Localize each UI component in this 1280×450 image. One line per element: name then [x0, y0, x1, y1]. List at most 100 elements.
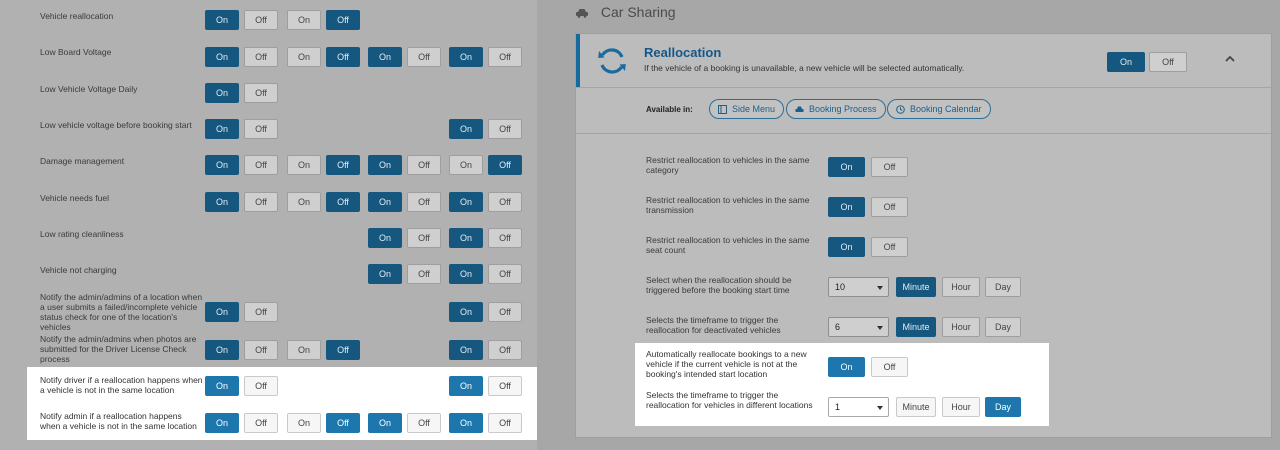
- toggle-off-button[interactable]: Off: [326, 192, 360, 212]
- toggle-on-button[interactable]: On: [287, 155, 321, 175]
- setting-off-button[interactable]: Off: [871, 157, 908, 177]
- setting-on-button[interactable]: On: [828, 237, 865, 257]
- toggle-off-button[interactable]: Off: [488, 228, 522, 248]
- toggle-on-button[interactable]: On: [368, 155, 402, 175]
- unit-hour-button[interactable]: Hour: [942, 317, 980, 337]
- toggle-on-button[interactable]: On: [205, 413, 239, 433]
- toggle-off-button[interactable]: Off: [488, 376, 522, 396]
- toggle-on-button[interactable]: On: [205, 83, 239, 103]
- toggle-off-button[interactable]: Off: [244, 413, 278, 433]
- toggle-on-button[interactable]: On: [287, 340, 321, 360]
- setting-on-button[interactable]: On: [828, 157, 865, 177]
- toggle-on-button[interactable]: On: [205, 10, 239, 30]
- setting-label: Vehicle needs fuel: [40, 193, 109, 203]
- timeframe-select[interactable]: 6: [828, 317, 889, 337]
- setting-on-button[interactable]: On: [828, 357, 865, 377]
- toggle-on-button[interactable]: On: [205, 155, 239, 175]
- toggle-off-button[interactable]: Off: [326, 340, 360, 360]
- toggle-off-button[interactable]: Off: [407, 155, 441, 175]
- toggle-on-button[interactable]: On: [368, 413, 402, 433]
- setting-off-button[interactable]: Off: [871, 197, 908, 217]
- unit-minute-button[interactable]: Minute: [896, 397, 936, 417]
- setting-on-button[interactable]: On: [828, 197, 865, 217]
- toggle-off-button[interactable]: Off: [407, 264, 441, 284]
- unit-day-button[interactable]: Day: [985, 317, 1021, 337]
- toggle-on-button[interactable]: On: [287, 192, 321, 212]
- toggle-off-button[interactable]: Off: [488, 192, 522, 212]
- toggle-on-button[interactable]: On: [449, 47, 483, 67]
- setting-off-button[interactable]: Off: [871, 357, 908, 377]
- timeframe-select[interactable]: 10: [828, 277, 889, 297]
- toggle-on-button[interactable]: On: [205, 302, 239, 322]
- toggle-on-button[interactable]: On: [449, 192, 483, 212]
- setting-label: Vehicle reallocation: [40, 11, 114, 21]
- toggle-off-button[interactable]: Off: [244, 155, 278, 175]
- toggle-off-button[interactable]: Off: [244, 10, 278, 30]
- toggle-on-button[interactable]: On: [449, 376, 483, 396]
- unit-hour-button[interactable]: Hour: [942, 277, 980, 297]
- toggle-off-button[interactable]: Off: [244, 376, 278, 396]
- toggle-on-button[interactable]: On: [287, 47, 321, 67]
- toggle-on-button[interactable]: On: [205, 192, 239, 212]
- toggle-off-button[interactable]: Off: [488, 119, 522, 139]
- toggle-off-button[interactable]: Off: [407, 47, 441, 67]
- toggle-off-button[interactable]: Off: [488, 413, 522, 433]
- setting-label: Low Vehicle Voltage Daily: [40, 84, 138, 94]
- toggle-off-button[interactable]: Off: [488, 302, 522, 322]
- toggle-off-button[interactable]: Off: [244, 83, 278, 103]
- toggle-on-button[interactable]: On: [449, 155, 483, 175]
- unit-minute-button[interactable]: Minute: [896, 317, 936, 337]
- toggle-off-button[interactable]: Off: [407, 192, 441, 212]
- reallocation-on-button[interactable]: On: [1107, 52, 1145, 72]
- dropdown-caret-icon: [877, 406, 883, 410]
- toggle-on-button[interactable]: On: [368, 264, 402, 284]
- toggle-on-button[interactable]: On: [449, 340, 483, 360]
- toggle-on-button[interactable]: On: [449, 119, 483, 139]
- toggle-on-button[interactable]: On: [368, 228, 402, 248]
- setting-label: Low vehicle voltage before booking start: [40, 120, 192, 130]
- toggle-on-button[interactable]: On: [205, 47, 239, 67]
- toggle-off-button[interactable]: Off: [488, 340, 522, 360]
- reallocation-setting-label: Select when the reallocation should be t…: [646, 275, 792, 295]
- setting-off-button[interactable]: Off: [871, 237, 908, 257]
- unit-hour-button[interactable]: Hour: [942, 397, 980, 417]
- toggle-on-button[interactable]: On: [368, 47, 402, 67]
- chevron-up-icon[interactable]: [1224, 53, 1236, 65]
- toggle-off-button[interactable]: Off: [244, 302, 278, 322]
- toggle-off-button[interactable]: Off: [326, 155, 360, 175]
- toggle-on-button[interactable]: On: [449, 228, 483, 248]
- toggle-off-button[interactable]: Off: [488, 47, 522, 67]
- timeframe-value: 10: [835, 282, 846, 292]
- toggle-on-button[interactable]: On: [368, 192, 402, 212]
- toggle-off-button[interactable]: Off: [407, 413, 441, 433]
- toggle-on-button[interactable]: On: [449, 302, 483, 322]
- toggle-on-button[interactable]: On: [205, 119, 239, 139]
- toggle-on-button[interactable]: On: [205, 376, 239, 396]
- available-booking-process[interactable]: Booking Process: [786, 99, 886, 119]
- toggle-off-button[interactable]: Off: [244, 192, 278, 212]
- available-side-menu[interactable]: Side Menu: [709, 99, 785, 119]
- toggle-off-button[interactable]: Off: [244, 340, 278, 360]
- toggle-on-button[interactable]: On: [449, 264, 483, 284]
- unit-day-button[interactable]: Day: [985, 397, 1021, 417]
- toggle-off-button[interactable]: Off: [488, 155, 522, 175]
- toggle-off-button[interactable]: Off: [326, 10, 360, 30]
- toggle-off-button[interactable]: Off: [326, 47, 360, 67]
- toggle-off-button[interactable]: Off: [407, 228, 441, 248]
- toggle-off-button[interactable]: Off: [326, 413, 360, 433]
- toggle-off-button[interactable]: Off: [244, 119, 278, 139]
- timeframe-select[interactable]: 1: [828, 397, 889, 417]
- available-booking-calendar[interactable]: Booking Calendar: [887, 99, 991, 119]
- reallocation-setting-label: Restrict reallocation to vehicles in the…: [646, 235, 810, 255]
- setting-label: Notify the admin/admins when photos are …: [40, 334, 197, 364]
- toggle-off-button[interactable]: Off: [244, 47, 278, 67]
- unit-day-button[interactable]: Day: [985, 277, 1021, 297]
- toggle-off-button[interactable]: Off: [488, 264, 522, 284]
- unit-minute-button[interactable]: Minute: [896, 277, 936, 297]
- toggle-on-button[interactable]: On: [449, 413, 483, 433]
- menu-icon: [718, 105, 727, 114]
- toggle-on-button[interactable]: On: [205, 340, 239, 360]
- toggle-on-button[interactable]: On: [287, 413, 321, 433]
- toggle-on-button[interactable]: On: [287, 10, 321, 30]
- reallocation-off-button[interactable]: Off: [1149, 52, 1187, 72]
